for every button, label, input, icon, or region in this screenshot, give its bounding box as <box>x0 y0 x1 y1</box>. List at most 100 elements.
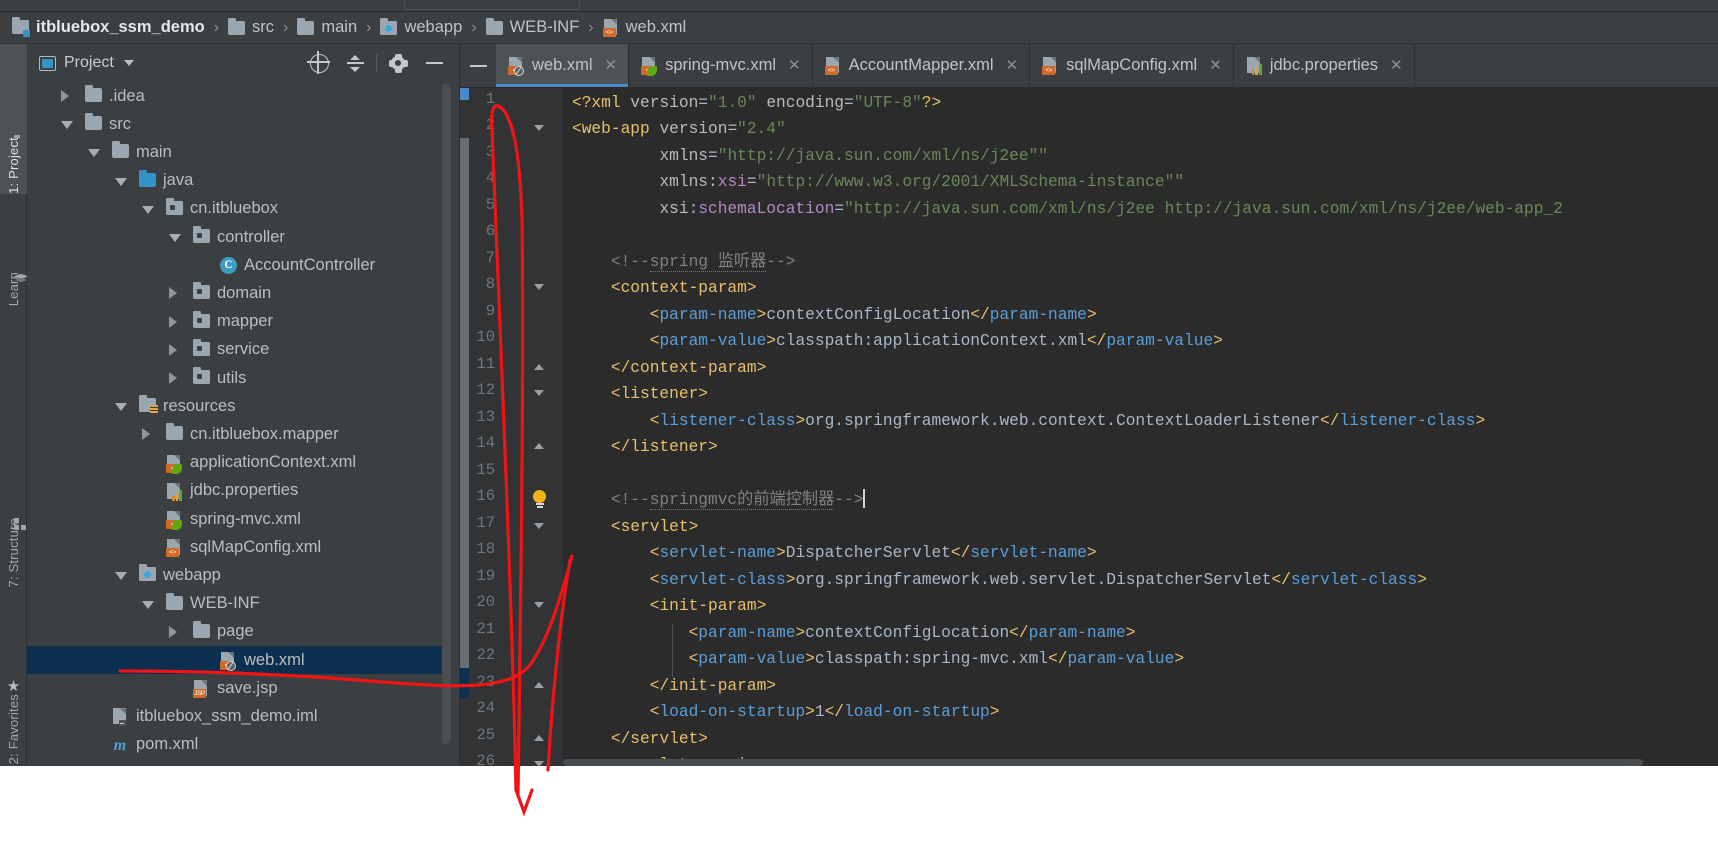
fold-marker[interactable] <box>534 602 544 608</box>
project-panel-actions <box>301 48 452 78</box>
close-icon[interactable]: ✕ <box>605 58 618 73</box>
chevron-right-icon[interactable] <box>142 428 150 441</box>
code-editor[interactable]: 1 2 3 4 5 6 7 8 9 10 11 12 13 14 15 16 17 18 19 20 21 22 23 24 2… <box>460 88 1718 766</box>
code-line: <servlet> <box>610 517 699 536</box>
fold-marker[interactable] <box>534 734 544 741</box>
editor-tab-jdbc-properties[interactable]: jdbc.properties ✕ <box>1234 44 1415 87</box>
tree-node[interactable]: .idea <box>27 82 447 110</box>
tree-node-label: .idea <box>109 86 145 105</box>
toolbar-divider <box>376 53 377 73</box>
tree-node[interactable]: JSP save.jsp <box>27 674 447 702</box>
breadcrumb-separator: › <box>213 18 220 36</box>
fold-marker[interactable] <box>534 390 544 396</box>
chevron-down-icon[interactable] <box>115 403 127 412</box>
tree-node[interactable]: java <box>27 167 447 195</box>
tree-node[interactable]: WEB-INF <box>27 590 447 618</box>
project-panel-scrollbar[interactable] <box>442 84 451 744</box>
tree-node[interactable]: resources <box>27 392 447 420</box>
breadcrumb-item-webapp[interactable]: webapp <box>380 12 462 44</box>
code-line: <?xml version="1.0" encoding="UTF-8"?> <box>572 93 942 112</box>
editor-tab-accountmapper-xml[interactable]: <> AccountMapper.xml ✕ <box>813 44 1031 87</box>
code-line: <context-param> <box>610 279 757 297</box>
collapse-all-icon[interactable] <box>337 48 373 78</box>
hide-tabs-button[interactable] <box>460 44 496 87</box>
line-number: 21 <box>476 619 495 638</box>
toolbar-ghost-button[interactable] <box>404 0 580 10</box>
tree-node[interactable]: itbluebox_ssm_demo.iml <box>27 702 447 730</box>
chevron-right-icon[interactable] <box>169 287 177 300</box>
breadcrumb-separator: › <box>471 18 477 36</box>
chevron-down-icon[interactable] <box>142 205 154 214</box>
minimize-icon[interactable] <box>416 48 452 78</box>
tree-node[interactable]: main <box>27 138 447 166</box>
chevron-right-icon[interactable] <box>169 315 177 328</box>
chevron-down-icon[interactable] <box>123 60 134 66</box>
tree-node[interactable]: webapp <box>27 561 447 589</box>
breadcrumb-item-web-inf[interactable]: WEB-INF <box>485 12 579 44</box>
tree-node[interactable]: src <box>27 110 447 138</box>
lightbulb-icon[interactable] <box>532 490 547 510</box>
tree-node[interactable]: controller <box>27 223 447 251</box>
tool-window-button-7-structure[interactable]: 7: Structure <box>0 458 27 588</box>
iml-file-icon <box>112 708 128 727</box>
close-icon[interactable]: ✕ <box>1209 58 1222 73</box>
tool-window-button-label: 1: Project <box>6 137 21 194</box>
tree-node[interactable]: < spring-mvc.xml <box>27 505 447 533</box>
close-icon[interactable]: ✕ <box>788 58 801 73</box>
editor-gutter[interactable]: 1 2 3 4 5 6 7 8 9 10 11 12 13 14 15 16 17 18 19 20 21 22 23 24 2… <box>460 88 563 766</box>
tool-window-button-1-project[interactable]: 1: Project <box>0 44 27 194</box>
chevron-down-icon[interactable] <box>142 600 154 609</box>
tool-window-button-learn[interactable]: Learn <box>0 216 27 306</box>
chevron-down-icon[interactable] <box>115 572 127 581</box>
chevron-right-icon[interactable] <box>169 372 177 384</box>
code-line: xmlns:xsi="http://www.w3.org/2001/XMLSch… <box>659 173 1185 191</box>
fold-marker[interactable] <box>534 284 544 290</box>
fold-marker[interactable] <box>534 522 544 529</box>
gear-icon[interactable] <box>380 48 416 78</box>
tree-node[interactable]: <> sqlMapConfig.xml <box>27 533 447 561</box>
ide-window: itbluebox_ssm_demo › src › main › webapp › WEB-I… <box>0 0 1718 850</box>
tree-node-label: cn.itbluebox.mapper <box>190 424 339 443</box>
line-number: 11 <box>476 354 495 373</box>
chevron-right-icon[interactable] <box>169 343 177 356</box>
breadcrumb-item-itbluebox-ssm-demo[interactable]: itbluebox_ssm_demo <box>12 12 205 44</box>
tree-node[interactable]: cn.itbluebox <box>27 195 447 223</box>
tree-node[interactable]: jdbc.properties <box>27 477 447 505</box>
tree-node[interactable]: domain <box>27 279 447 307</box>
tree-node[interactable]: service <box>27 336 447 364</box>
close-icon[interactable]: ✕ <box>1006 58 1019 73</box>
fold-marker[interactable] <box>534 125 544 131</box>
fold-marker[interactable] <box>534 681 544 688</box>
editor-tab-web-xml[interactable]: < web.xml ✕ <box>496 44 630 87</box>
tree-node[interactable]: C AccountController <box>27 251 447 279</box>
chevron-down-icon[interactable] <box>169 234 181 242</box>
chevron-down-icon[interactable] <box>115 177 127 186</box>
breadcrumb-item-src[interactable]: src <box>228 12 274 44</box>
tree-node[interactable]: page <box>27 618 447 646</box>
breadcrumb-item-web-xml[interactable]: <> web.xml <box>602 12 686 44</box>
tree-node[interactable]: < applicationContext.xml <box>27 449 447 477</box>
fold-marker[interactable] <box>534 443 544 449</box>
editor-tab-spring-mvc-xml[interactable]: < spring-mvc.xml ✕ <box>629 44 813 87</box>
tree-node[interactable]: m pom.xml <box>27 731 447 759</box>
tree-node[interactable]: cn.itbluebox.mapper <box>27 420 447 448</box>
breadcrumb-item-main[interactable]: main <box>297 12 357 44</box>
locate-icon[interactable] <box>301 48 337 78</box>
editor-tab-sqlmapconfig-xml[interactable]: <> sqlMapConfig.xml ✕ <box>1030 44 1234 87</box>
code-text[interactable]: <?xml version="1.0" encoding="UTF-8"?> <w… <box>563 88 1718 767</box>
chevron-right-icon[interactable] <box>169 625 177 638</box>
tree-node[interactable]: utils <box>27 364 447 392</box>
chevron-down-icon[interactable] <box>61 121 73 130</box>
tool-window-button-2-favorites[interactable]: 2: Favorites ★ <box>0 624 27 764</box>
fold-marker[interactable] <box>534 363 544 370</box>
close-icon[interactable]: ✕ <box>1390 58 1403 73</box>
chevron-down-icon[interactable] <box>88 149 100 158</box>
chevron-right-icon[interactable] <box>61 90 69 102</box>
package-icon <box>166 197 183 215</box>
tree-node-label: main <box>136 142 172 161</box>
editor-horizontal-scrollbar[interactable] <box>563 759 1643 766</box>
tree-node-selected[interactable]: < web.xml <box>27 646 447 675</box>
spring-xml-icon: < <box>166 511 182 530</box>
tree-node[interactable]: mapper <box>27 308 447 336</box>
spring-xml-icon: < <box>166 511 182 530</box>
